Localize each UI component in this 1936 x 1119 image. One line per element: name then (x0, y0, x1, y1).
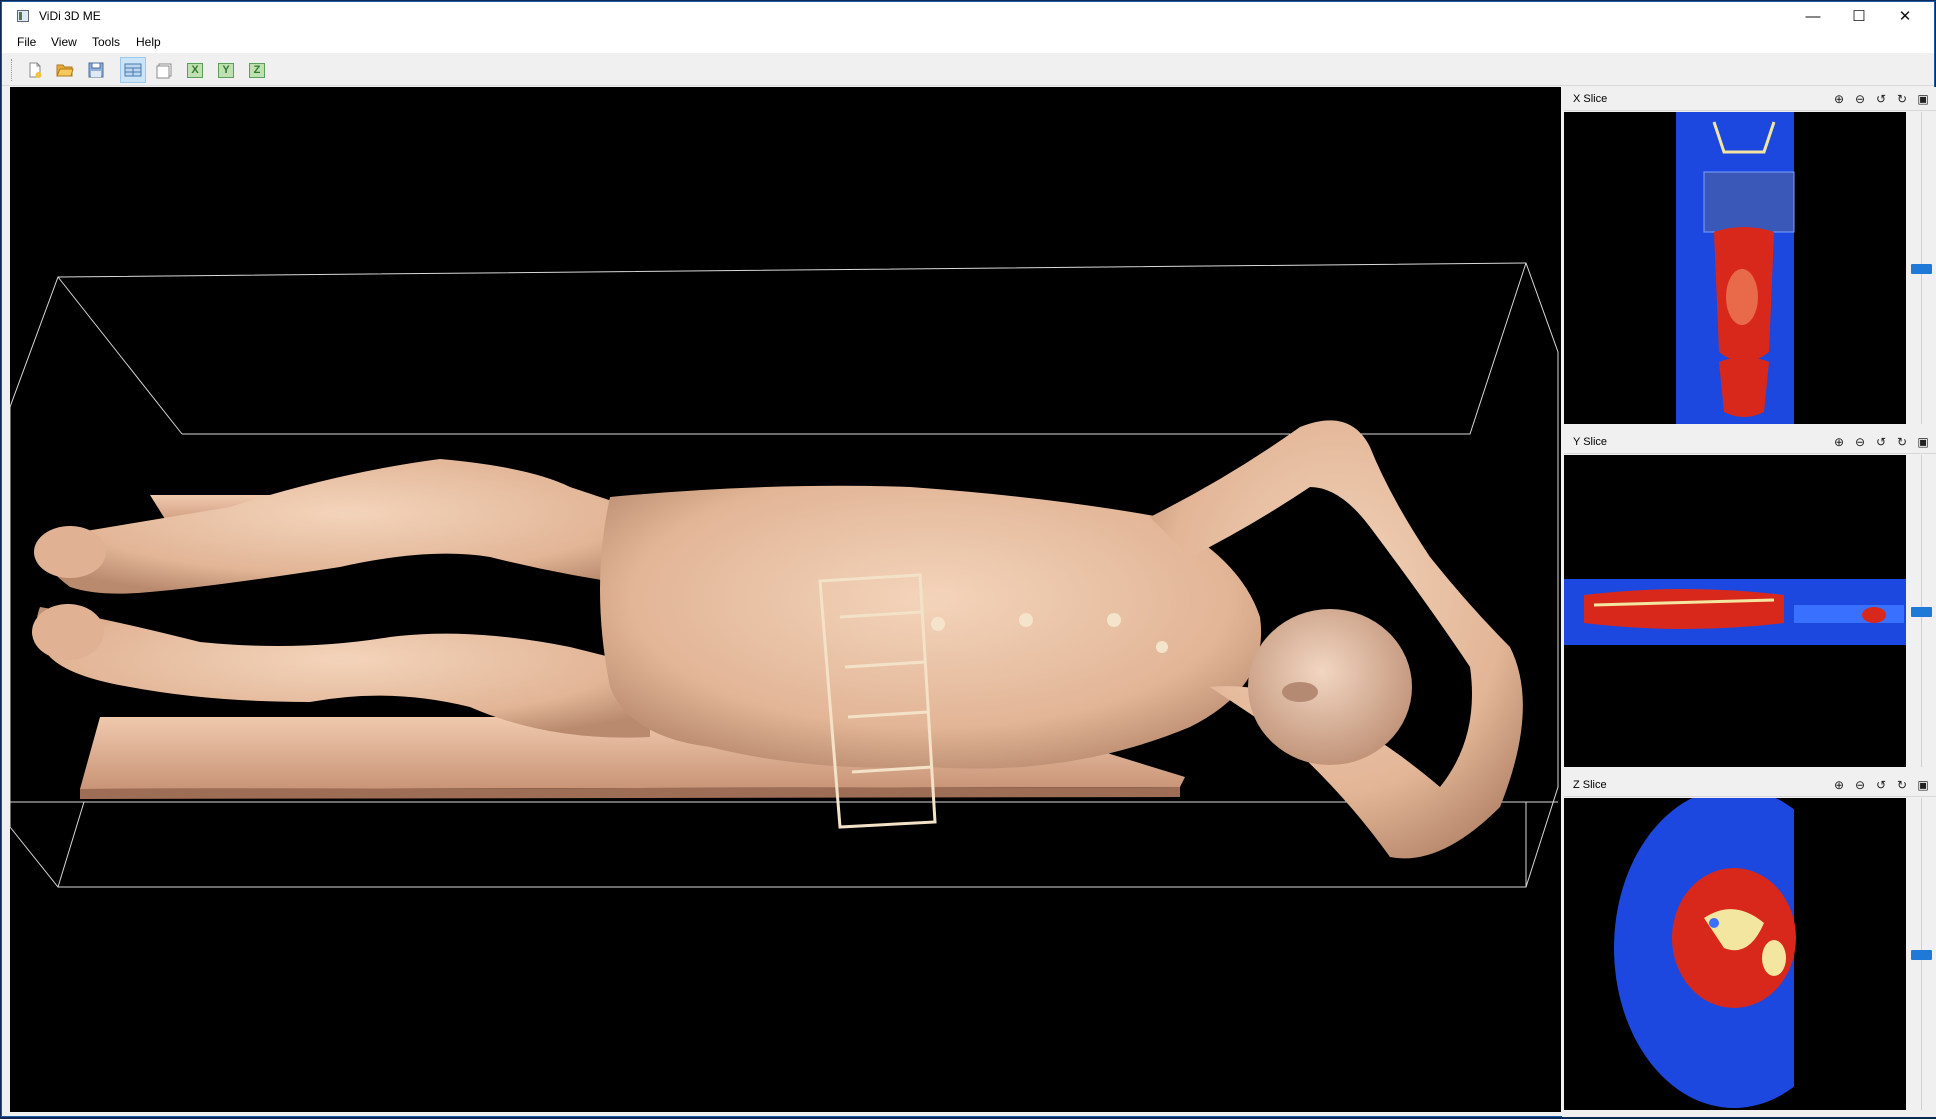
menu-tools[interactable]: Tools (92, 35, 120, 49)
app-window: ViDi 3D ME — ☐ ✕ File View Tools Help X … (1, 1, 1936, 1117)
menu-file[interactable]: File (17, 35, 36, 49)
z-slice-header: Z Slice ⊕ ⊖ ↺ ↻ ▣ (1564, 773, 1936, 797)
save-disk-icon (88, 62, 104, 78)
z-slice-scroll-handle[interactable] (1911, 950, 1932, 960)
rotate-right-icon[interactable]: ↻ (1894, 91, 1910, 107)
x-slice-header: X Slice ⊕ ⊖ ↺ ↻ ▣ (1564, 87, 1936, 111)
zoom-out-icon[interactable]: ⊖ (1852, 91, 1868, 107)
rotate-right-icon[interactable]: ↻ (1894, 434, 1910, 450)
toolbar-grip[interactable] (11, 59, 14, 81)
y-slice-scrollbar[interactable] (1908, 455, 1936, 767)
menu-help[interactable]: Help (136, 35, 161, 49)
z-slice-title: Z Slice (1573, 779, 1607, 791)
layout-grid-icon (124, 63, 142, 77)
z-slice-view[interactable] (1564, 798, 1906, 1110)
zoom-in-icon[interactable]: ⊕ (1831, 91, 1847, 107)
y-slice-scroll-handle[interactable] (1911, 607, 1932, 617)
slice-panel-column: X Slice ⊕ ⊖ ↺ ↻ ▣ Y Slice ⊕ ⊖ ↺ ↻ ▣ Z Sl… (1562, 87, 1936, 1117)
maximize-button[interactable]: ☐ (1836, 2, 1882, 31)
zoom-out-icon[interactable]: ⊖ (1852, 434, 1868, 450)
y-slice-header: Y Slice ⊕ ⊖ ↺ ↻ ▣ (1564, 430, 1936, 454)
volume-render (10, 262, 1559, 888)
open-folder-icon (56, 64, 74, 77)
menu-bar: File View Tools Help (2, 31, 1934, 53)
layout-grid-button[interactable] (120, 57, 146, 83)
zoom-in-icon[interactable]: ⊕ (1831, 434, 1847, 450)
y-slice-title: Y Slice (1573, 436, 1608, 448)
rotate-left-icon[interactable]: ↺ (1873, 434, 1889, 450)
z-slice-scrollbar[interactable] (1908, 798, 1936, 1110)
x-slice-scrollbar[interactable] (1908, 112, 1936, 424)
x-slice-panel: X Slice ⊕ ⊖ ↺ ↻ ▣ (1564, 87, 1936, 429)
rotate-left-icon[interactable]: ↺ (1873, 777, 1889, 793)
y-axis-button[interactable]: Y (213, 57, 239, 83)
maximize-icon[interactable]: ▣ (1915, 777, 1931, 793)
x-slice-view[interactable] (1564, 112, 1906, 424)
title-bar[interactable]: ViDi 3D ME — ☐ ✕ (2, 2, 1934, 31)
y-slice-image (1564, 579, 1906, 645)
open-folder-button[interactable] (52, 57, 78, 83)
z-slice-image (1614, 798, 1906, 1110)
zoom-out-icon[interactable]: ⊖ (1852, 777, 1868, 793)
maximize-icon[interactable]: ▣ (1915, 91, 1931, 107)
x-slice-scroll-handle[interactable] (1911, 264, 1932, 274)
toolbar: X Y Z (2, 53, 1934, 86)
new-file-icon (29, 62, 42, 78)
y-axis-icon: Y (218, 62, 234, 78)
single-view-icon (156, 63, 172, 79)
minimize-button[interactable]: — (1790, 2, 1836, 31)
app-icon (17, 10, 29, 22)
x-axis-button[interactable]: X (182, 57, 208, 83)
new-file-button[interactable] (22, 57, 48, 83)
y-slice-view[interactable] (1564, 455, 1906, 767)
3d-viewport[interactable] (10, 87, 1561, 1112)
rotate-right-icon[interactable]: ↻ (1894, 777, 1910, 793)
x-slice-title: X Slice (1573, 93, 1608, 105)
single-view-button[interactable] (151, 57, 177, 83)
rotate-left-icon[interactable]: ↺ (1873, 91, 1889, 107)
x-slice-image (1676, 112, 1795, 424)
z-axis-icon: Z (249, 62, 265, 78)
y-slice-panel: Y Slice ⊕ ⊖ ↺ ↻ ▣ (1564, 430, 1936, 772)
z-slice-panel: Z Slice ⊕ ⊖ ↺ ↻ ▣ (1564, 773, 1936, 1115)
x-axis-icon: X (187, 62, 203, 78)
menu-view[interactable]: View (51, 35, 77, 49)
close-button[interactable]: ✕ (1882, 2, 1928, 31)
zoom-in-icon[interactable]: ⊕ (1831, 777, 1847, 793)
window-title: ViDi 3D ME (39, 9, 101, 23)
z-axis-button[interactable]: Z (244, 57, 270, 83)
maximize-icon[interactable]: ▣ (1915, 434, 1931, 450)
save-button[interactable] (83, 57, 109, 83)
